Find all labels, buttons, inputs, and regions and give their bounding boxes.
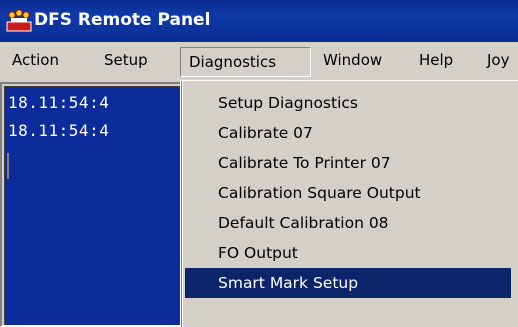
window-title: DFS Remote Panel [34,10,211,30]
text-cursor [7,153,9,179]
menu-item-default-calibration-08[interactable]: Default Calibration 08 [185,208,511,238]
title-bar[interactable]: DFS Remote Panel [0,0,518,42]
menu-item-setup-diagnostics[interactable]: Setup Diagnostics [185,88,511,118]
menu-setup[interactable]: Setup [104,42,148,78]
console-line: 18.11:54:4 [8,121,110,140]
menu-joy[interactable]: Joy [487,42,509,78]
menu-item-smart-mark-setup[interactable]: Smart Mark Setup [185,268,511,298]
diagnostics-dropdown-menu: Setup Diagnostics Calibrate 07 Calibrate… [180,80,518,327]
menu-border [181,81,183,327]
console-output[interactable]: 18.11:54:4 18.11:54:4 [4,86,180,325]
menu-action[interactable]: Action [12,42,59,78]
menu-diagnostics[interactable]: Diagnostics [180,47,311,77]
console-line: 18.11:54:4 [8,93,110,112]
dfs-app-icon [6,9,32,32]
menu-bar: Action Setup Diagnostics Window Help Joy [0,42,518,78]
menu-item-calibrate-to-printer-07[interactable]: Calibrate To Printer 07 [185,148,511,178]
menu-help[interactable]: Help [419,42,453,78]
menu-item-calibration-square-output[interactable]: Calibration Square Output [185,178,511,208]
menu-window[interactable]: Window [323,42,382,78]
menu-item-calibrate-07[interactable]: Calibrate 07 [185,118,511,148]
console-panel[interactable]: 18.11:54:4 18.11:54:4 [0,82,182,327]
menu-item-fo-output[interactable]: FO Output [185,238,511,268]
